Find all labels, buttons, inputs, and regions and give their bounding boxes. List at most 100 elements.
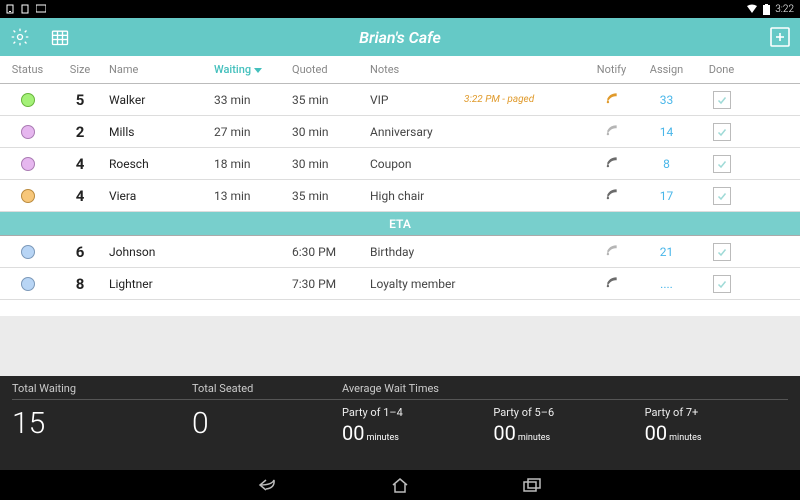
- home-button[interactable]: [389, 474, 411, 496]
- back-button[interactable]: [257, 474, 279, 496]
- status-dot: [21, 277, 35, 291]
- table-row[interactable]: 6 Johnson 6:30 PM Birthday 21: [0, 236, 800, 268]
- device-icon: [6, 4, 16, 14]
- guest-name: Viera: [105, 189, 210, 203]
- table-row[interactable]: 8 Lightner 7:30 PM Loyalty member ....: [0, 268, 800, 300]
- quoted-time: 6:30 PM: [288, 245, 366, 259]
- total-seated-value: 0: [192, 406, 342, 441]
- done-checkbox[interactable]: [713, 187, 731, 205]
- party-size: 5: [55, 91, 105, 109]
- waitlist: 5 Walker 33 min 35 min VIP 3:22 PM - pag…: [0, 84, 800, 316]
- settings-button[interactable]: [6, 23, 34, 51]
- table-row[interactable]: 4 Roesch 18 min 30 min Coupon 8: [0, 148, 800, 180]
- table-row[interactable]: 4 Viera 13 min 35 min High chair 17: [0, 180, 800, 212]
- status-dot: [21, 93, 35, 107]
- col-size[interactable]: Size: [55, 63, 105, 76]
- battery-icon: [763, 4, 770, 15]
- done-checkbox[interactable]: [713, 243, 731, 261]
- quoted-time: 7:30 PM: [288, 277, 366, 291]
- party-size: 4: [55, 187, 105, 205]
- status-dot: [21, 245, 35, 259]
- quoted-time: 35 min: [288, 93, 366, 107]
- total-waiting-label: Total Waiting: [12, 382, 192, 395]
- assign-number[interactable]: 21: [639, 245, 694, 259]
- device-icon: [21, 4, 31, 14]
- notify-icon[interactable]: [605, 243, 619, 260]
- notes-text: Anniversary: [366, 125, 464, 139]
- col-quoted[interactable]: Quoted: [288, 63, 366, 76]
- bucket-label: Party of 5–6: [493, 406, 636, 419]
- party-size: 2: [55, 123, 105, 141]
- party-size: 4: [55, 155, 105, 173]
- bucket-unit: minutes: [518, 433, 550, 443]
- notes-text: High chair: [366, 189, 464, 203]
- bucket-minutes: 00: [493, 421, 515, 445]
- assign-number[interactable]: 8: [639, 157, 694, 171]
- assign-number[interactable]: 14: [639, 125, 694, 139]
- assign-number[interactable]: 33: [639, 93, 694, 107]
- recent-button[interactable]: [521, 474, 543, 496]
- guest-name: Johnson: [105, 245, 210, 259]
- col-done[interactable]: Done: [694, 63, 749, 76]
- android-nav-bar: [0, 470, 800, 500]
- assign-number[interactable]: 17: [639, 189, 694, 203]
- status-dot: [21, 157, 35, 171]
- notes-text: VIP: [366, 93, 464, 107]
- total-waiting-value: 15: [12, 406, 192, 441]
- total-seated-label: Total Seated: [192, 382, 342, 395]
- bucket-minutes: 00: [342, 421, 364, 445]
- notify-icon[interactable]: [605, 275, 619, 292]
- done-checkbox[interactable]: [713, 91, 731, 109]
- notes-text: Coupon: [366, 157, 464, 171]
- notify-icon[interactable]: [605, 187, 619, 204]
- eta-section-header: ETA: [0, 212, 800, 236]
- guest-name: Lightner: [105, 277, 210, 291]
- col-name[interactable]: Name: [105, 63, 210, 76]
- guest-name: Mills: [105, 125, 210, 139]
- wifi-icon: [746, 4, 758, 14]
- bucket-label: Party of 7+: [645, 406, 788, 419]
- device-icon: [36, 4, 46, 14]
- col-notes[interactable]: Notes: [366, 63, 464, 76]
- table-header: Status Size Name Waiting Quoted Notes No…: [0, 56, 800, 84]
- guest-name: Roesch: [105, 157, 210, 171]
- notes-text: Loyalty member: [366, 277, 464, 291]
- app-header: Brian's Cafe: [0, 18, 800, 56]
- notify-icon[interactable]: [605, 155, 619, 172]
- clock-text: 3:22: [775, 4, 794, 15]
- bucket-label: Party of 1–4: [342, 406, 485, 419]
- table-row[interactable]: 5 Walker 33 min 35 min VIP 3:22 PM - pag…: [0, 84, 800, 116]
- notify-icon[interactable]: [605, 91, 619, 108]
- add-button[interactable]: [766, 23, 794, 51]
- assign-number[interactable]: ....: [639, 277, 694, 291]
- notify-icon[interactable]: [605, 123, 619, 140]
- col-notify[interactable]: Notify: [584, 63, 639, 76]
- col-assign[interactable]: Assign: [639, 63, 694, 76]
- done-checkbox[interactable]: [713, 275, 731, 293]
- notes-text: Birthday: [366, 245, 464, 259]
- status-dot: [21, 125, 35, 139]
- guest-name: Walker: [105, 93, 210, 107]
- done-checkbox[interactable]: [713, 123, 731, 141]
- waiting-time: 18 min: [210, 157, 288, 171]
- table-row[interactable]: 2 Mills 27 min 30 min Anniversary 14: [0, 116, 800, 148]
- calendar-button[interactable]: [46, 23, 74, 51]
- awt-label: Average Wait Times: [342, 382, 788, 395]
- quoted-time: 30 min: [288, 157, 366, 171]
- waiting-time: 33 min: [210, 93, 288, 107]
- stats-footer: Total Waiting Total Seated Average Wait …: [0, 376, 800, 470]
- empty-area: [0, 316, 800, 376]
- col-waiting[interactable]: Waiting: [210, 63, 288, 76]
- party-size: 8: [55, 275, 105, 293]
- col-status[interactable]: Status: [0, 63, 55, 76]
- paged-text: 3:22 PM - paged: [464, 94, 584, 105]
- party-size: 6: [55, 243, 105, 261]
- done-checkbox[interactable]: [713, 155, 731, 173]
- bucket-unit: minutes: [669, 433, 701, 443]
- status-dot: [21, 189, 35, 203]
- bucket-minutes: 00: [645, 421, 667, 445]
- android-status-bar: 3:22: [0, 0, 800, 18]
- restaurant-title: Brian's Cafe: [359, 28, 441, 47]
- bucket-unit: minutes: [366, 433, 398, 443]
- waiting-time: 27 min: [210, 125, 288, 139]
